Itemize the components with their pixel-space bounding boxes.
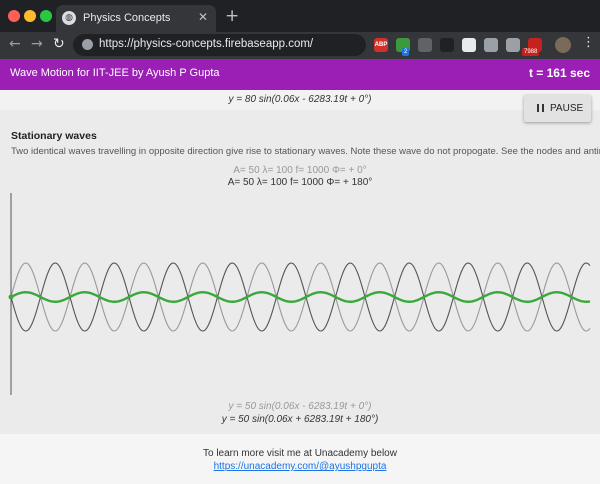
section-description: Two identical waves travelling in opposi…: [11, 146, 600, 157]
resultant-wave: [10, 291, 591, 303]
browser-tab[interactable]: ◍ Physics Concepts ✕: [56, 5, 216, 32]
wave1-parameters: A= 50 λ= 100 f= 1000 Φ= + 0°: [233, 165, 367, 176]
section-title: Stationary waves: [11, 130, 97, 142]
url-text[interactable]: https://physics-concepts.firebaseapp.com…: [99, 38, 313, 50]
browser-tab-bar: ◍ Physics Concepts ✕ +: [0, 0, 600, 32]
abp-icon[interactable]: ABP: [374, 38, 388, 52]
wave1-equation: y = 50 sin(0.06x - 6283.19t + 0°): [228, 401, 372, 412]
app-title: Wave Motion for IIT-JEE by Ayush P Gupta: [10, 67, 220, 79]
save-icon[interactable]: [484, 38, 498, 52]
globe-icon: ◍: [62, 11, 76, 25]
previous-section-strip: y = 80 sin(0.06x - 6283.19t + 0°): [0, 90, 600, 110]
wave2-equation: y = 50 sin(0.06x + 6283.19t + 180°): [221, 414, 379, 425]
new-tab-button[interactable]: +: [225, 6, 239, 26]
tab-title: Physics Concepts: [83, 12, 171, 24]
extension-badge: 7988: [522, 48, 540, 56]
footer: To learn more visit me at Unacademy belo…: [0, 434, 600, 484]
browser-menu-button[interactable]: ⋮: [582, 35, 595, 50]
window-minimize-button[interactable]: [24, 10, 36, 22]
pause-icon: [537, 104, 544, 112]
address-bar[interactable]: https://physics-concepts.firebaseapp.com…: [73, 34, 366, 56]
wave2-parameters: A= 50 λ= 100 f= 1000 Φ= + 180°: [227, 177, 373, 188]
wave-plot: [8, 193, 591, 395]
pause-button[interactable]: PAUSE: [524, 95, 591, 122]
app-header: Wave Motion for IIT-JEE by Ayush P Gupta…: [0, 59, 600, 90]
bomb-icon[interactable]: [440, 38, 454, 52]
browser-toolbar: ← → ↻ https://physics-concepts.firebasea…: [0, 32, 600, 59]
forward-button[interactable]: →: [31, 36, 43, 52]
unacademy-link[interactable]: https://unacademy.com/@ayushpgupta: [0, 461, 600, 472]
pause-label: PAUSE: [550, 103, 584, 114]
profile-avatar[interactable]: [555, 37, 571, 53]
back-button[interactable]: ←: [9, 36, 21, 52]
site-info-icon[interactable]: [82, 39, 93, 50]
extension-badge: 2: [402, 48, 410, 56]
origin-marker: [8, 294, 14, 300]
lightbulb-icon[interactable]: [418, 38, 432, 52]
footer-text: To learn more visit me at Unacademy belo…: [203, 448, 397, 459]
previous-equation: y = 80 sin(0.06x - 6283.19t + 0°): [228, 94, 372, 105]
tab-close-icon[interactable]: ✕: [198, 10, 208, 24]
window-close-button[interactable]: [8, 10, 20, 22]
circle-icon[interactable]: [462, 38, 476, 52]
reload-button[interactable]: ↻: [53, 36, 65, 52]
window-maximize-button[interactable]: [40, 10, 52, 22]
timer-readout: t = 161 sec: [528, 66, 590, 80]
vue-icon[interactable]: [506, 38, 520, 52]
